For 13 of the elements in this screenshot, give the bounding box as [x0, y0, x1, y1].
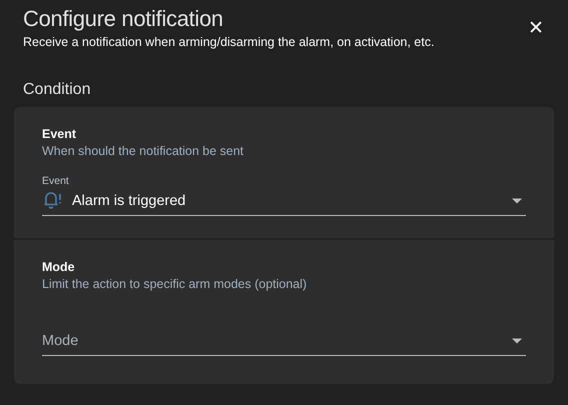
section-heading: Condition	[23, 81, 92, 99]
dropdown-caret-icon	[512, 338, 522, 344]
dialog-subtitle: Receive a notification when arming/disarming the alarm, on activation, etc.	[23, 35, 434, 49]
setting-title: Mode	[42, 260, 76, 274]
dialog-title: Configure notification	[23, 6, 224, 32]
bell-icon	[42, 189, 62, 209]
select-field[interactable]: Mode	[42, 319, 526, 356]
dropdown-caret-icon	[512, 198, 522, 204]
setting-description: When should the notification be sent	[42, 144, 245, 158]
select-field[interactable]: Event Alarm is triggered	[42, 174, 526, 216]
setting-title: Event	[42, 127, 78, 141]
setting-description: Limit the action to specific arm modes (optional)	[42, 277, 308, 291]
close-button[interactable]: ✕	[528, 18, 544, 40]
